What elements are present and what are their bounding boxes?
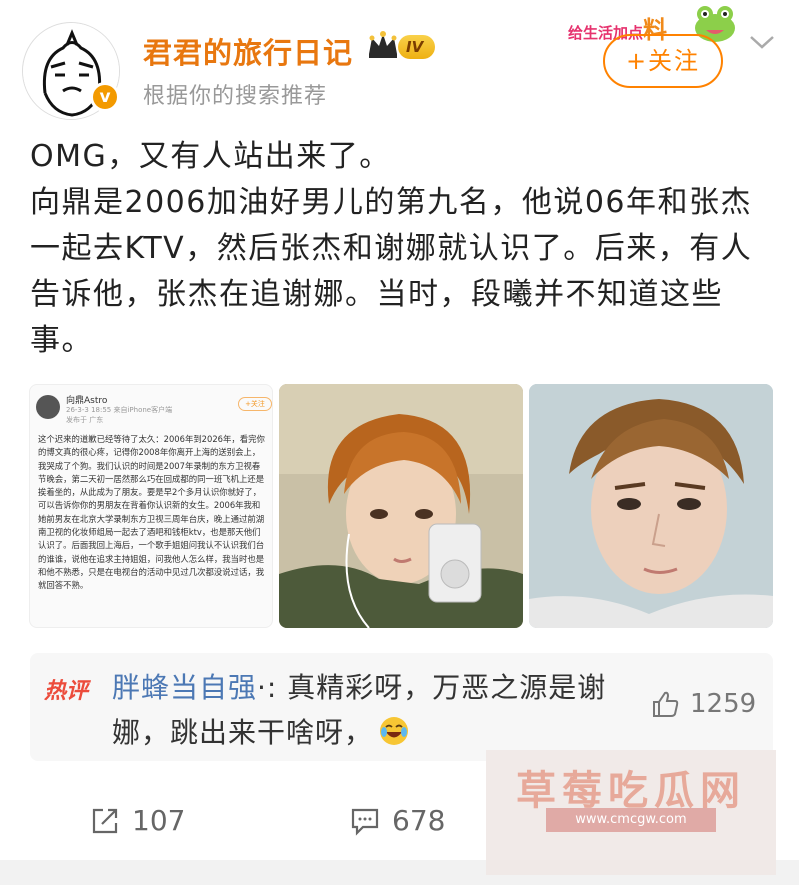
comment-icon bbox=[351, 808, 379, 836]
mini-meta: 26-3-3 18:55 来自iPhone客户端 bbox=[66, 406, 173, 414]
like-count: 1259 bbox=[690, 689, 757, 719]
hot-comment-tag: 热评 bbox=[44, 679, 89, 704]
photo-illustration bbox=[279, 384, 523, 628]
mini-post-body: 这个迟来的道歉已经等待了太久：2006年到2026年，看完你的博文真的很心疼，记… bbox=[38, 434, 265, 591]
chevron-down-icon[interactable] bbox=[748, 32, 776, 52]
hot-comment-text: 胖蜂当自强·: 真精彩呀，万恶之源是谢娜，跳出来干啥呀， bbox=[112, 665, 642, 755]
mini-location: 发布于 广东 bbox=[66, 416, 104, 424]
photo-man-headphones[interactable] bbox=[279, 384, 523, 628]
repost-icon bbox=[92, 808, 118, 834]
mini-follow-button: +关注 bbox=[238, 397, 272, 411]
follow-button[interactable]: +关注 bbox=[603, 34, 723, 88]
level-badge: IV bbox=[398, 35, 436, 59]
repost-button[interactable]: 107 bbox=[90, 800, 200, 844]
image-grid: 向鼎Astro 26-3-3 18:55 来自iPhone客户端 发布于 广东 … bbox=[29, 384, 774, 628]
comment-like-button[interactable]: 1259 bbox=[650, 687, 770, 723]
screenshot-image[interactable]: 向鼎Astro 26-3-3 18:55 来自iPhone客户端 发布于 广东 … bbox=[29, 384, 273, 628]
comment-separator: ·: bbox=[257, 671, 278, 704]
username[interactable]: 君君的旅行日记 bbox=[143, 30, 353, 72]
photo-illustration bbox=[529, 384, 773, 628]
post-content: OMG，又有人站出来了。 向鼎是2006加油好男儿的第九名，他说06年和张杰一起… bbox=[30, 134, 775, 364]
content-line: OMG，又有人站出来了。 bbox=[30, 139, 391, 174]
comment-username[interactable]: 胖蜂当自强 bbox=[112, 671, 257, 704]
comment-count: 678 bbox=[392, 804, 446, 837]
post-header: v 君君的旅行日记 IV 根据你的搜索推荐 给生活加点料 +关注 bbox=[0, 0, 799, 130]
hot-comment[interactable]: 热评 胖蜂当自强·: 真精彩呀，万恶之源是谢娜，跳出来干啥呀， 1259 bbox=[30, 653, 773, 761]
content-line: 向鼎是2006加油好男儿的第九名，他说06年和张杰一起去KTV，然后张杰和谢娜就… bbox=[30, 185, 753, 358]
crown-icon bbox=[369, 31, 397, 58]
watermark: 草莓吃瓜网 www.cmcgw.com bbox=[486, 750, 776, 875]
repost-count: 107 bbox=[132, 804, 186, 837]
comment-button[interactable]: 678 bbox=[350, 800, 460, 844]
mini-avatar bbox=[36, 395, 60, 419]
mini-post-header: 向鼎Astro 26-3-3 18:55 来自iPhone客户端 发布于 广东 … bbox=[36, 393, 272, 427]
thumbs-up-icon bbox=[653, 691, 679, 717]
recommend-reason: 根据你的搜索推荐 bbox=[143, 84, 328, 109]
laugh-cry-emoji-icon bbox=[380, 717, 409, 745]
watermark-url: www.cmcgw.com bbox=[546, 808, 716, 832]
photo-man-closeup[interactable] bbox=[529, 384, 773, 628]
verified-badge: v bbox=[90, 82, 120, 112]
